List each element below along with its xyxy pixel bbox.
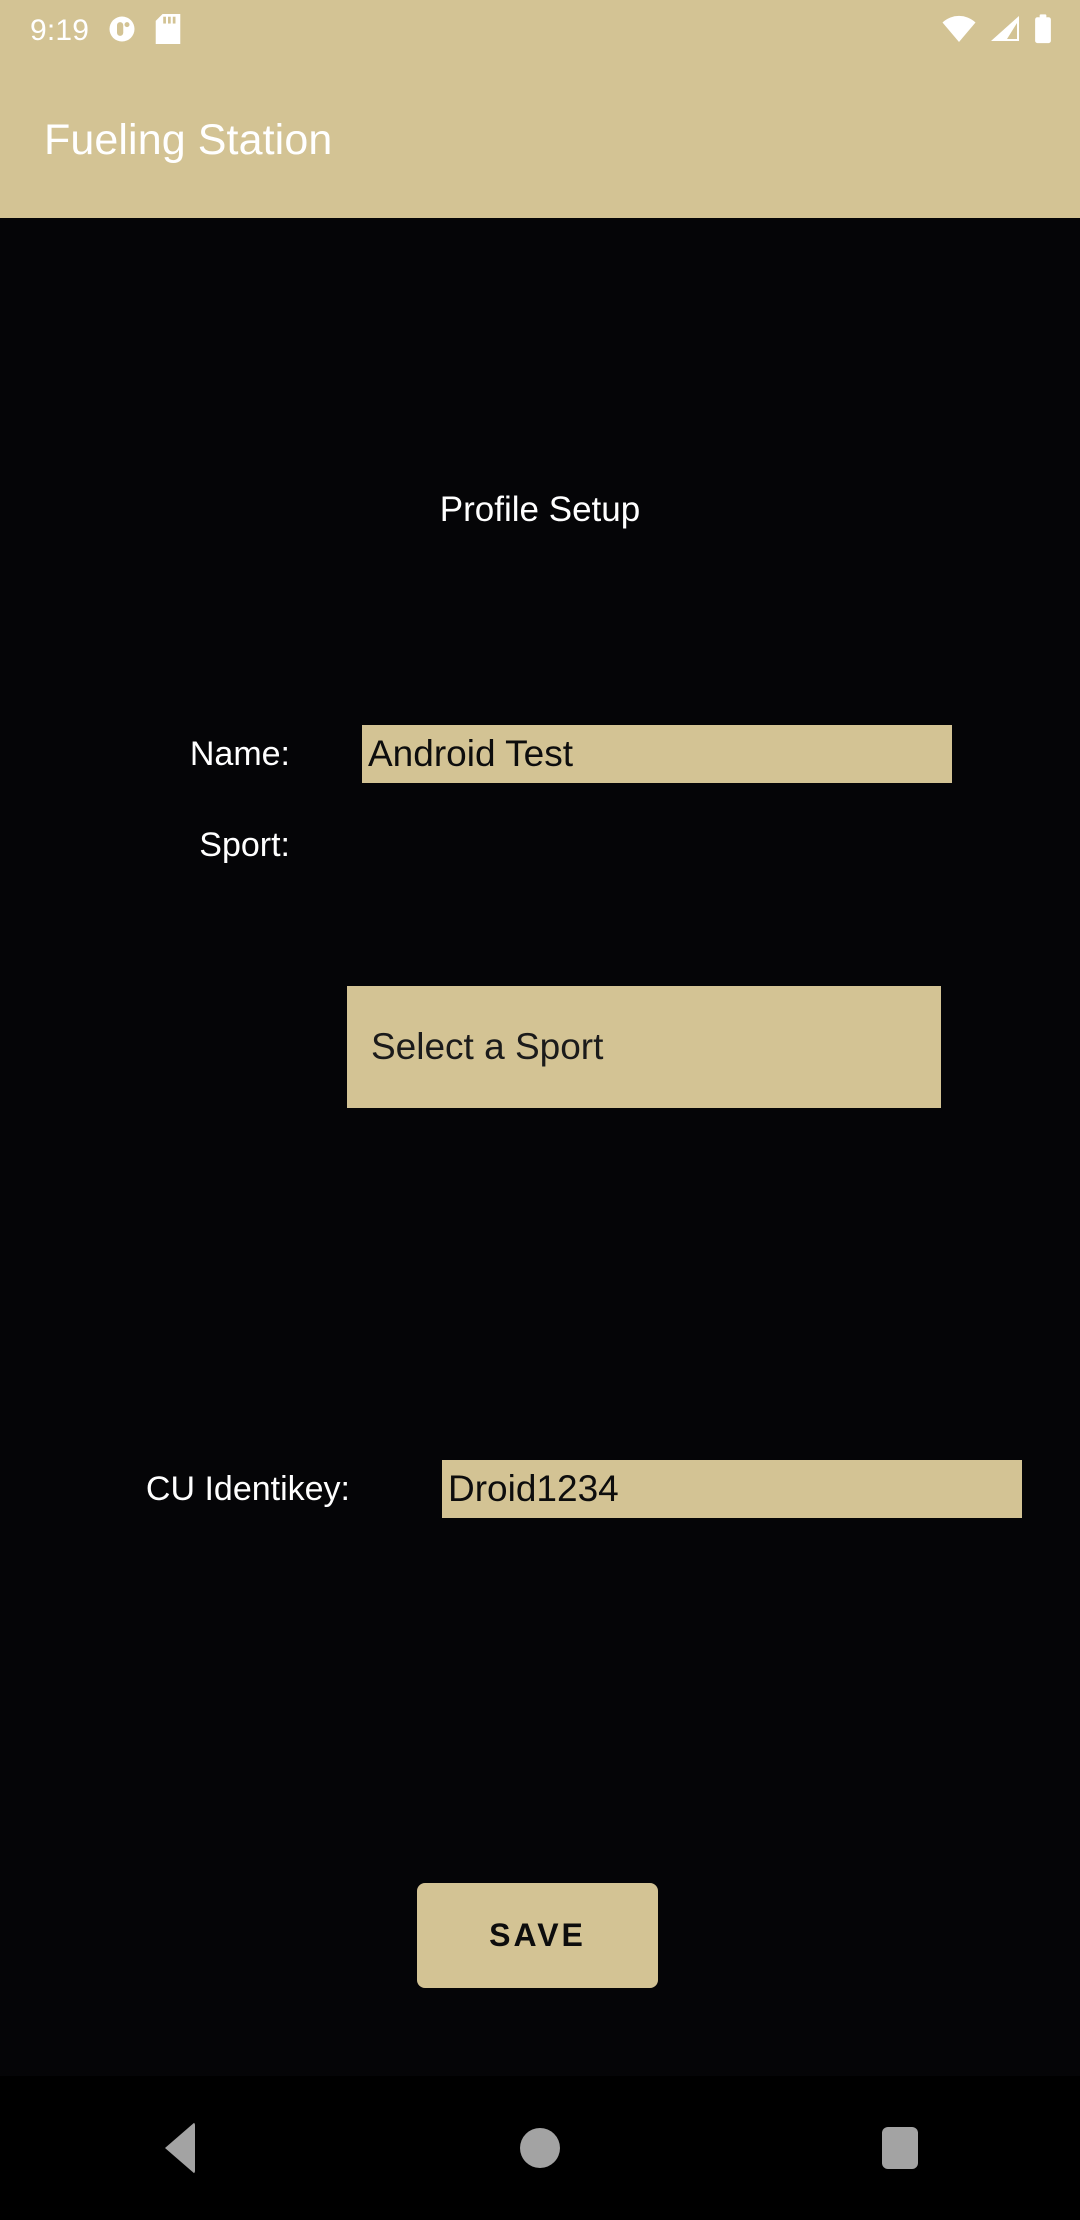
sd-card-icon xyxy=(155,13,181,49)
nav-recents-button[interactable] xyxy=(720,2076,1080,2220)
app-bar: Fueling Station xyxy=(0,62,1080,218)
sport-spinner[interactable]: Select a Sport xyxy=(347,986,941,1108)
app-title: Fueling Station xyxy=(44,115,333,164)
back-triangle-icon xyxy=(165,2122,195,2174)
wifi-icon xyxy=(942,15,976,48)
name-field-row: Name: xyxy=(0,725,1080,783)
name-input[interactable] xyxy=(362,725,952,783)
cu-identikey-label: CU Identikey: xyxy=(145,1469,350,1508)
android-navigation-bar xyxy=(0,2076,1080,2220)
content-area: Profile Setup Name: Sport: Select a Spor… xyxy=(0,218,1080,2076)
status-bar-right xyxy=(942,13,1052,49)
nav-home-button[interactable] xyxy=(360,2076,720,2220)
page-title: Profile Setup xyxy=(439,490,641,529)
status-clock: 9:19 xyxy=(30,14,90,47)
sport-field-row: Sport: xyxy=(0,826,1080,865)
status-bar: 9:19 xyxy=(0,0,1080,62)
sport-spinner-selected-value: Select a Sport xyxy=(371,1026,604,1067)
status-bar-left: 9:19 xyxy=(30,13,181,49)
phone-screen: 9:19 Fueling Station Profile Setup Name:… xyxy=(0,0,1080,2220)
save-button[interactable]: SAVE xyxy=(417,1883,658,1988)
notification-circle-icon xyxy=(107,14,137,49)
home-circle-icon xyxy=(520,2128,560,2168)
recents-square-icon xyxy=(882,2127,918,2169)
cellular-signal-icon xyxy=(990,15,1020,48)
battery-icon xyxy=(1034,13,1052,49)
nav-back-button[interactable] xyxy=(0,2076,360,2220)
name-label: Name: xyxy=(189,734,290,773)
sport-label: Sport: xyxy=(199,826,290,864)
cu-identikey-input[interactable] xyxy=(442,1460,1022,1518)
cu-identikey-field-row: CU Identikey: xyxy=(0,1460,1080,1518)
